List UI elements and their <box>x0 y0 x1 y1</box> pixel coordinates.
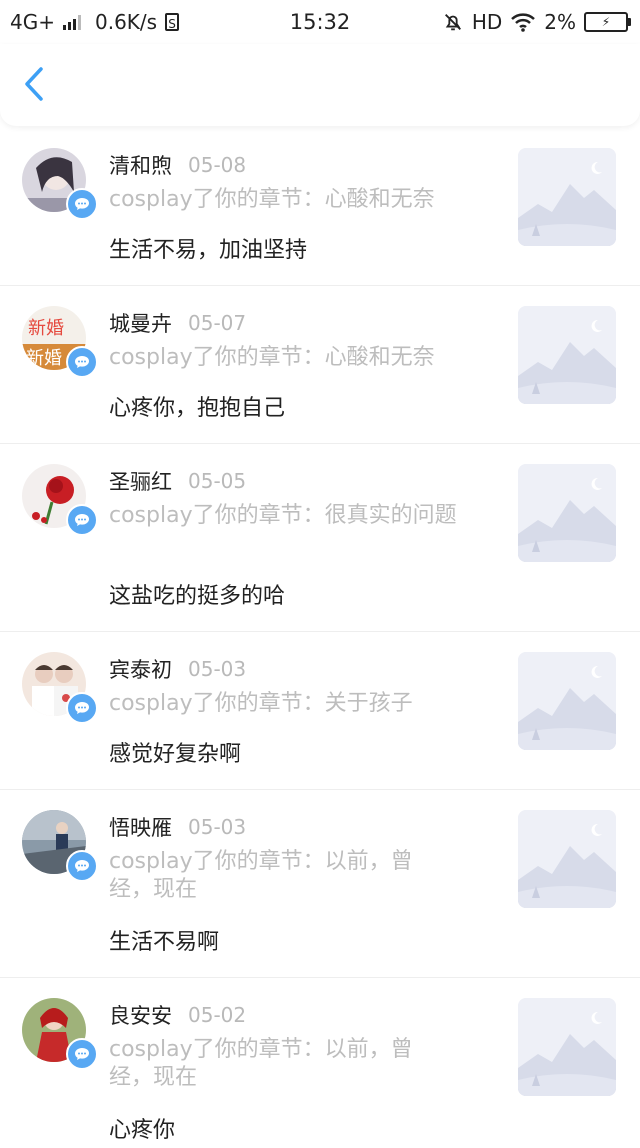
chapter-thumbnail[interactable] <box>518 810 616 908</box>
comment-text: 感觉好复杂啊 <box>109 742 242 767</box>
chapter-thumbnail[interactable] <box>518 652 616 750</box>
user-name[interactable]: 清和煦 <box>109 150 172 180</box>
list-item[interactable]: 新婚 新婚 城曼卉 05-07 cosplay了你的章节：心酸和无奈 心疼你，抱抱… <box>0 286 640 444</box>
list-item[interactable]: 悟映雁 05-03 cosplay了你的章节：以前，曾经，现在 生活不易啊 <box>0 790 640 978</box>
chapter-subtitle: cosplay了你的章节：心酸和无奈 <box>109 345 435 370</box>
post-date: 05-07 <box>188 311 247 335</box>
list-item[interactable]: 宾泰初 05-03 cosplay了你的章节：关于孩子 感觉好复杂啊 <box>0 632 640 790</box>
post-date: 05-05 <box>188 469 247 493</box>
chapter-subtitle: cosplay了你的章节：心酸和无奈 <box>109 187 435 212</box>
list-item[interactable]: 圣骊红 05-05 cosplay了你的章节：很真实的问题 这盐吃的挺多的哈 <box>0 444 640 632</box>
chapter-thumbnail[interactable] <box>518 464 616 562</box>
comment-badge-icon <box>66 1038 98 1070</box>
user-name[interactable]: 良安安 <box>109 1000 172 1030</box>
user-name[interactable]: 悟映雁 <box>109 812 172 842</box>
post-date: 05-03 <box>188 815 247 839</box>
chapter-subtitle: cosplay了你的章节：以前，曾经，现在 <box>109 1037 413 1090</box>
comment-text: 心疼你 <box>109 1118 176 1143</box>
chapter-thumbnail[interactable] <box>518 306 616 404</box>
chapter-subtitle: cosplay了你的章节：以前，曾经，现在 <box>109 849 413 902</box>
list-item[interactable]: 清和煦 05-08 cosplay了你的章节：心酸和无奈 生活不易，加油坚持 <box>0 128 640 286</box>
user-name[interactable]: 圣骊红 <box>109 466 172 496</box>
user-name[interactable]: 宾泰初 <box>109 654 172 684</box>
comment-text: 心疼你，抱抱自己 <box>109 396 286 421</box>
post-date: 05-03 <box>188 657 247 681</box>
chapter-thumbnail[interactable] <box>518 998 616 1096</box>
comment-badge-icon <box>66 504 98 536</box>
comment-text: 生活不易，加油坚持 <box>109 238 308 263</box>
svg-text:新婚: 新婚 <box>28 318 64 339</box>
chapter-thumbnail[interactable] <box>518 148 616 246</box>
chapter-subtitle: cosplay了你的章节：关于孩子 <box>109 691 413 716</box>
battery-icon: ⚡ <box>584 12 631 32</box>
chapter-subtitle: cosplay了你的章节：很真实的问题 <box>109 503 457 528</box>
comment-badge-icon <box>66 692 98 724</box>
post-date: 05-08 <box>188 153 247 177</box>
user-name[interactable]: 城曼卉 <box>109 308 172 338</box>
notification-list: 清和煦 05-08 cosplay了你的章节：心酸和无奈 生活不易，加油坚持 新… <box>0 128 640 1148</box>
back-button[interactable] <box>14 64 54 104</box>
post-date: 05-02 <box>188 1003 247 1027</box>
comment-badge-icon <box>66 188 98 220</box>
comment-text: 生活不易啊 <box>109 930 220 955</box>
clock: 15:32 <box>289 10 351 34</box>
list-item[interactable]: 良安安 05-02 cosplay了你的章节：以前，曾经，现在 心疼你 <box>0 978 640 1148</box>
svg-text:新婚: 新婚 <box>26 348 62 369</box>
comment-badge-icon <box>66 346 98 378</box>
chevron-left-icon <box>25 67 43 101</box>
top-header <box>0 44 640 126</box>
comment-text: 这盐吃的挺多的哈 <box>109 584 286 609</box>
status-bar: 4G+ 0.6K/s S 15:32 HD 2% ⚡ <box>0 0 640 44</box>
comment-badge-icon <box>66 850 98 882</box>
